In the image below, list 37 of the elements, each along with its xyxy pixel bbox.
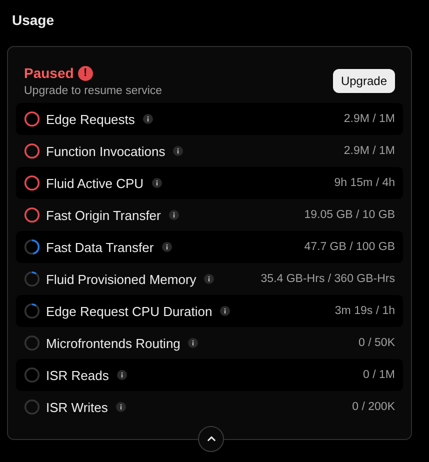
metric-value: 35.4 GB-Hrs / 360 GB-Hrs xyxy=(260,273,395,285)
info-icon[interactable] xyxy=(162,242,172,252)
info-icon[interactable] xyxy=(116,402,126,412)
metric-name: Edge Requests xyxy=(46,112,135,126)
info-icon[interactable] xyxy=(204,274,214,284)
metric-value: 3m 19s / 1h xyxy=(334,305,395,317)
metric-name: Fast Data Transfer xyxy=(46,240,154,254)
metric-name: Edge Request CPU Duration xyxy=(46,304,212,318)
info-icon[interactable] xyxy=(142,114,153,124)
status-label: Paused xyxy=(24,65,74,81)
info-icon[interactable] xyxy=(116,370,127,380)
metric-value: 2.9M / 1M xyxy=(344,145,395,157)
metric-name: ISR Writes xyxy=(46,400,108,414)
metric-value: 19.05 GB / 10 GB xyxy=(304,209,395,221)
chevron-up-icon xyxy=(206,436,216,442)
metric-name: Microfrontends Routing xyxy=(46,336,180,350)
info-icon[interactable] xyxy=(152,178,162,188)
info-icon[interactable] xyxy=(188,338,198,348)
section-title: Usage xyxy=(12,12,56,29)
metric-name: Function Invocations xyxy=(46,144,166,158)
info-icon[interactable] xyxy=(220,306,230,316)
collapse-button[interactable] xyxy=(198,426,224,452)
metric-value: 9h 15m / 4h xyxy=(334,177,395,189)
upgrade-button[interactable]: Upgrade xyxy=(332,69,395,93)
info-icon[interactable] xyxy=(168,210,179,220)
alert-icon: ! xyxy=(78,66,93,80)
metric-name: Fluid Active CPU xyxy=(46,176,144,190)
info-icon[interactable] xyxy=(173,146,184,156)
metric-value: 0 / 50K xyxy=(358,337,395,349)
metric-name: ISR Reads xyxy=(46,368,109,382)
metric-value: 0 / 1M xyxy=(363,369,395,381)
metric-value: 2.9M / 1M xyxy=(344,113,395,125)
metric-name: Fast Origin Transfer xyxy=(46,208,161,222)
metric-value: 0 / 200K xyxy=(352,401,395,413)
status-message: Upgrade to resume service xyxy=(24,85,162,97)
metric-value: 47.7 GB / 100 GB xyxy=(304,241,395,253)
metric-name: Fluid Provisioned Memory xyxy=(46,272,196,286)
